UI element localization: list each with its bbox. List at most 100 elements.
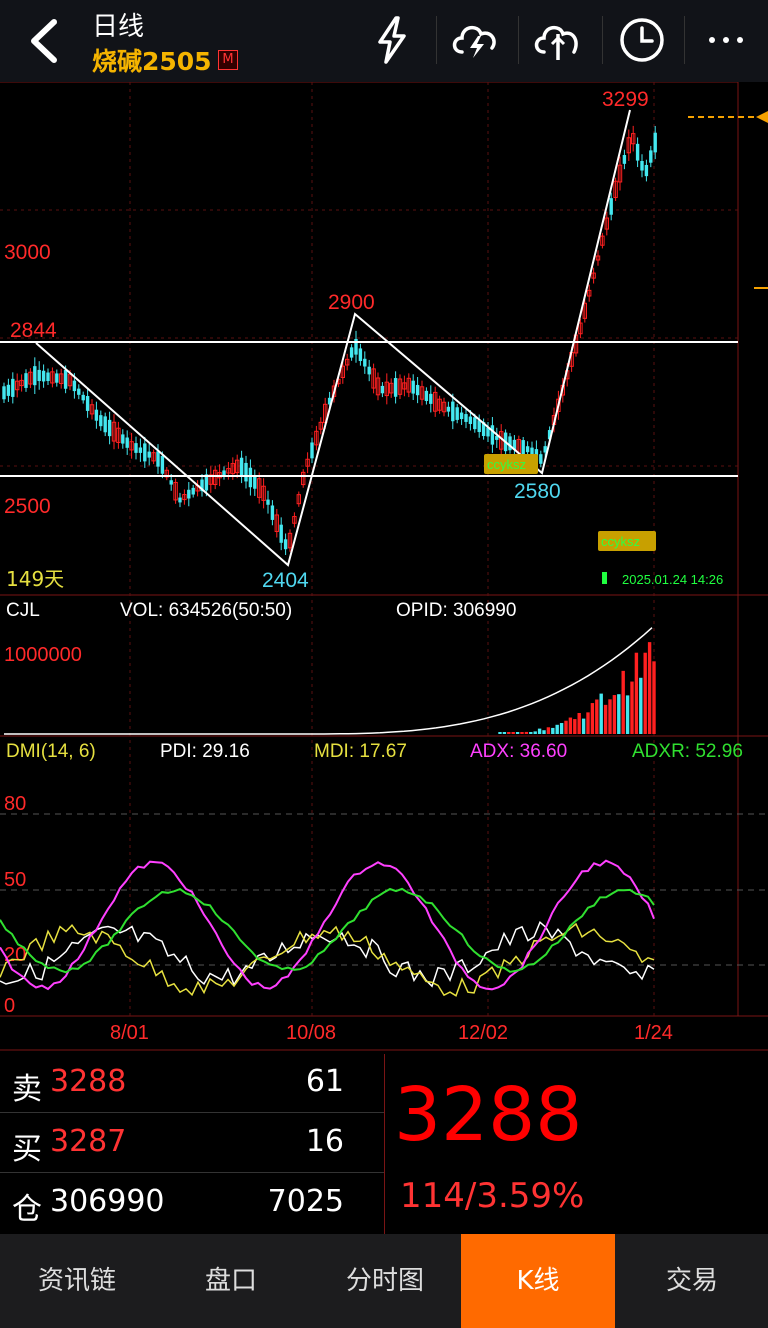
adx-value: ADX: 36.60 (470, 741, 567, 762)
candle-body (138, 447, 143, 453)
candle-body (121, 434, 125, 444)
candle-body (367, 366, 371, 375)
candle-body (644, 164, 649, 177)
candle-body (134, 443, 138, 453)
candle-body (459, 412, 464, 420)
bid-volume: 16 (305, 1124, 344, 1159)
bid-price: 3287 (50, 1124, 127, 1159)
volume-bar (573, 719, 577, 734)
candle-body (103, 416, 107, 433)
timestamp: 2025.01.24 14:26 (622, 572, 723, 587)
volume-bar (634, 652, 639, 734)
last-price-arrow-icon (756, 111, 768, 123)
clock-icon[interactable] (612, 12, 672, 68)
period-title: 日线 (92, 12, 145, 42)
candle-body (468, 416, 473, 424)
volume-bar (564, 720, 568, 734)
candle-body (539, 454, 543, 464)
adxr-line (0, 887, 655, 974)
candle-body (253, 476, 257, 489)
candle-body (2, 386, 6, 400)
candle-body (244, 462, 248, 482)
candle-body (622, 155, 627, 164)
volume-bar (524, 731, 529, 734)
candle-body (283, 539, 288, 550)
tab-order-book[interactable]: 盘口 (154, 1234, 308, 1328)
open-interest-row: 仓 306990 7025 (0, 1174, 384, 1232)
volume-bar (595, 699, 599, 734)
annotation-2580: 2580 (514, 480, 561, 503)
ask-price: 3288 (50, 1064, 127, 1099)
candle-body (473, 417, 477, 430)
candle-body (41, 370, 46, 382)
date-label: 1/24 (634, 1022, 673, 1044)
volume-bar (507, 732, 511, 734)
candle-body (411, 380, 415, 394)
candle-body (239, 457, 244, 477)
candle-body (349, 347, 354, 358)
lightning-icon[interactable] (362, 12, 422, 68)
candle-body (609, 198, 613, 215)
oi-label: 仓 (12, 1192, 42, 1227)
volume-bars (498, 642, 656, 734)
candle-body (363, 358, 367, 367)
price-axis-3000: 3000 (4, 241, 51, 264)
candle-body (169, 480, 173, 485)
tab-kline[interactable]: K线 (461, 1234, 615, 1328)
candle-body (178, 497, 182, 503)
candle-body (107, 419, 112, 437)
ask-volume: 61 (305, 1064, 344, 1099)
candle-body (525, 446, 530, 453)
volume-label: CJL (6, 600, 40, 621)
price-axis-2500: 2500 (4, 495, 51, 518)
volume-bar (568, 717, 573, 734)
oi-change: 7025 (267, 1184, 344, 1219)
bid-row[interactable]: 买 3287 16 (0, 1114, 384, 1173)
tab-trade[interactable]: 交易 (615, 1234, 768, 1328)
dmi-level-80: 80 (4, 793, 26, 815)
more-icon[interactable] (696, 12, 756, 68)
pdi-value: PDI: 29.16 (160, 741, 250, 762)
candle-body (143, 443, 147, 462)
tab-intraday[interactable]: 分时图 (308, 1234, 462, 1328)
candle-body (266, 499, 270, 505)
candle-body (94, 409, 99, 421)
kline-chart[interactable]: 3000 2500 2844 2900 3299 2404 2580 149天 … (0, 82, 768, 1052)
tab-news-chain[interactable]: 资讯链 (0, 1234, 154, 1328)
candle-body (640, 161, 644, 171)
back-icon[interactable] (22, 16, 66, 66)
open-interest-line (4, 627, 653, 735)
volume-bar (586, 712, 590, 734)
volume-bar (577, 713, 581, 734)
candle-body (429, 393, 433, 404)
cloud-lightning-icon[interactable] (446, 12, 506, 68)
candle-body (464, 414, 468, 422)
bottom-tab-bar: 资讯链 盘口 分时图 K线 交易 (0, 1234, 768, 1328)
volume-bar (559, 723, 564, 734)
volume-bar (515, 732, 520, 734)
candle-body (521, 440, 525, 456)
symbol-name[interactable]: 烧碱2505 (92, 42, 212, 78)
open-interest-value: OPID: 306990 (396, 600, 516, 621)
candle-body (635, 143, 640, 161)
candle-body (424, 390, 429, 402)
annotation-3299: 3299 (602, 88, 649, 111)
candle-body (85, 396, 90, 411)
cloud-split-icon[interactable] (528, 12, 588, 68)
volume-bar (630, 681, 634, 734)
candle-body (490, 425, 495, 445)
ask-row[interactable]: 卖 3288 61 (0, 1054, 384, 1113)
candle-body (63, 369, 68, 389)
bid-label: 买 (12, 1132, 42, 1167)
candle-body (451, 401, 455, 422)
adx-line (0, 859, 655, 991)
volume-bar (555, 724, 559, 734)
candle-body (508, 436, 512, 451)
last-price: 3288 (394, 1072, 583, 1158)
trend-lines (0, 109, 738, 567)
candle-body (187, 489, 191, 499)
volume-bar (608, 699, 612, 734)
dmi-level-50: 50 (4, 869, 26, 891)
dmi-label: DMI(14, 6) (6, 741, 96, 762)
quote-panel: 卖 3288 61 买 3287 16 仓 306990 7025 3288 1… (0, 1054, 768, 1234)
